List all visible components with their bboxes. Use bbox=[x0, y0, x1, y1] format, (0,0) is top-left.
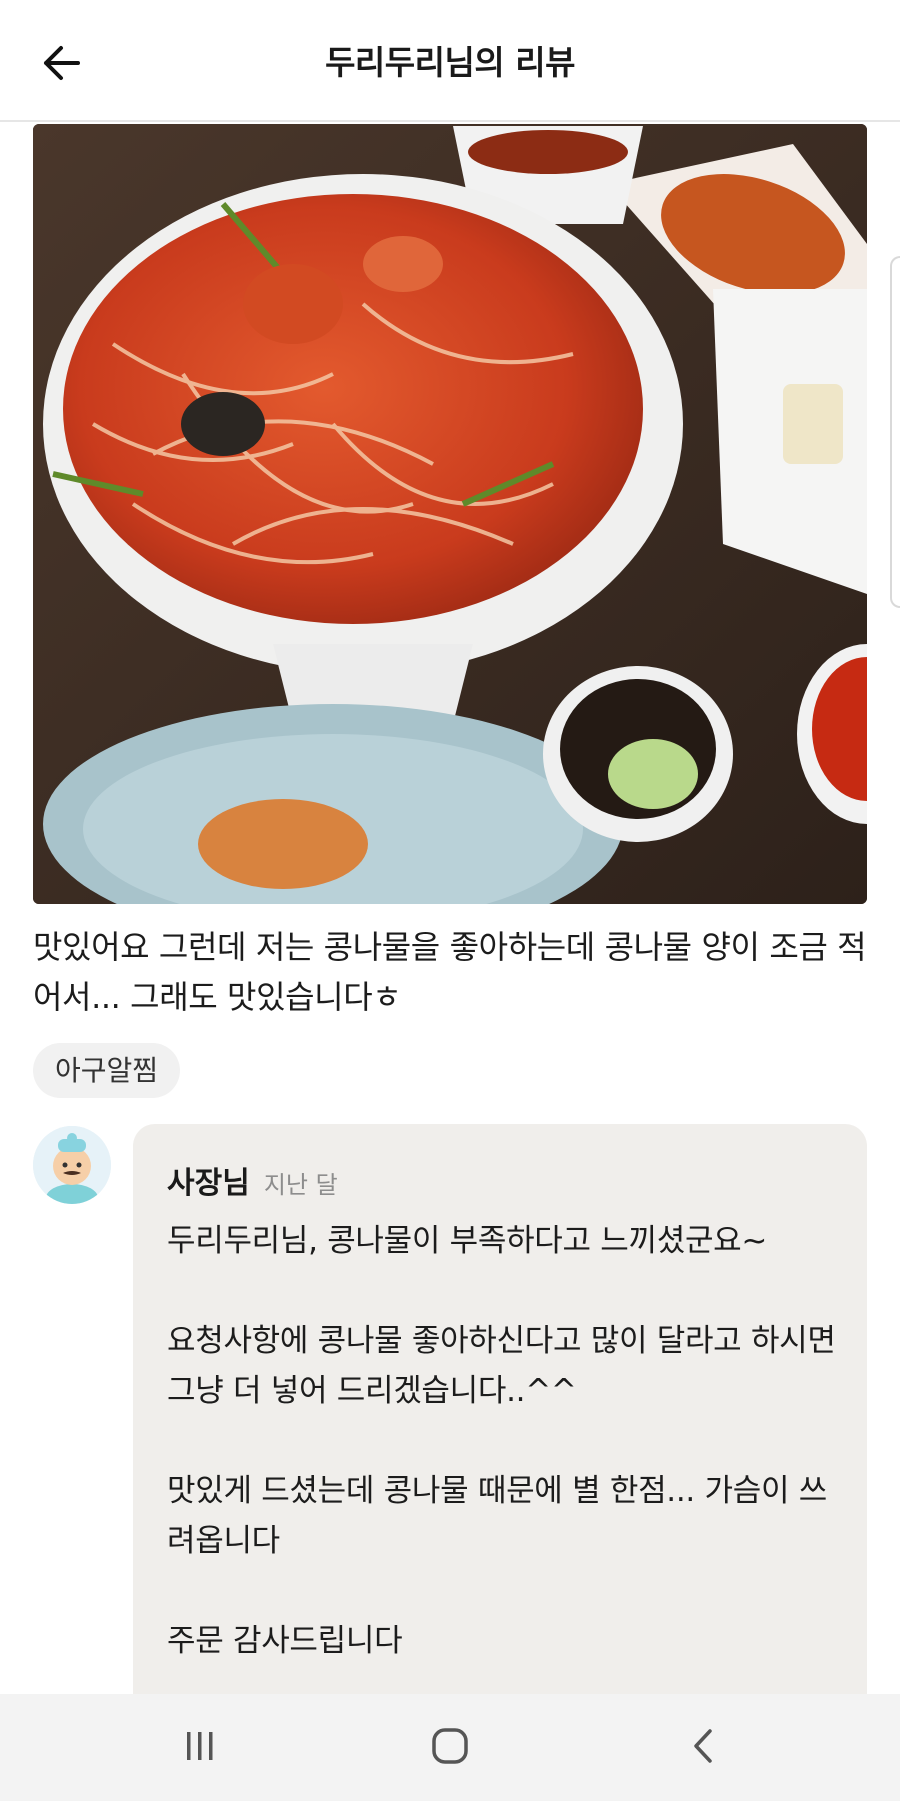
page-title: 두리두리님의 리뷰 bbox=[325, 43, 575, 82]
recent-apps-button[interactable] bbox=[160, 1716, 240, 1776]
back-icon bbox=[694, 1729, 712, 1763]
owner-avatar bbox=[33, 1126, 111, 1204]
review-photo-illustration bbox=[33, 124, 867, 904]
reply-paragraph: 요청사항에 콩나물 좋아하신다고 많이 달라고 하시면 그냥 더 넣어 드리겠습… bbox=[167, 1323, 836, 1409]
menu-tag-chip[interactable]: 아구알찜 bbox=[33, 1043, 181, 1098]
reply-paragraph: 두리두리님, 콩나물이 부족하다고 느끼셨군요~ bbox=[167, 1223, 768, 1259]
scroll-handle[interactable] bbox=[890, 256, 900, 608]
review-text: 맛있어요 그런데 저는 콩나물을 좋아하는데 콩나물 양이 조금 적어서... … bbox=[33, 928, 867, 1016]
app-header: 두리두리님의 리뷰 bbox=[0, 0, 900, 122]
system-nav-bar bbox=[0, 1694, 900, 1801]
reply-author: 사장님 bbox=[167, 1166, 250, 1201]
reply-body: 두리두리님, 콩나물이 부족하다고 느끼셨군요~ 요청사항에 콩나물 좋아하신다… bbox=[167, 1216, 837, 1666]
reply-paragraph: 주문 감사드립니다 bbox=[167, 1623, 403, 1659]
reply-time: 지난 달 bbox=[263, 1171, 338, 1199]
chef-character-icon bbox=[33, 1126, 111, 1204]
review-photo[interactable] bbox=[33, 124, 867, 904]
home-icon bbox=[432, 1728, 468, 1764]
home-button[interactable] bbox=[410, 1716, 490, 1776]
system-back-button[interactable] bbox=[663, 1716, 743, 1776]
reply-paragraph: 맛있게 드셨는데 콩나물 때문에 별 한점... 가슴이 쓰려옵니다 bbox=[167, 1473, 827, 1559]
recent-apps-icon bbox=[187, 1732, 213, 1760]
owner-reply: 사장님 지난 달 두리두리님, 콩나물이 부족하다고 느끼셨군요~ 요청사항에 … bbox=[133, 1124, 867, 1724]
reply-header: 사장님 지난 달 bbox=[167, 1158, 338, 1202]
